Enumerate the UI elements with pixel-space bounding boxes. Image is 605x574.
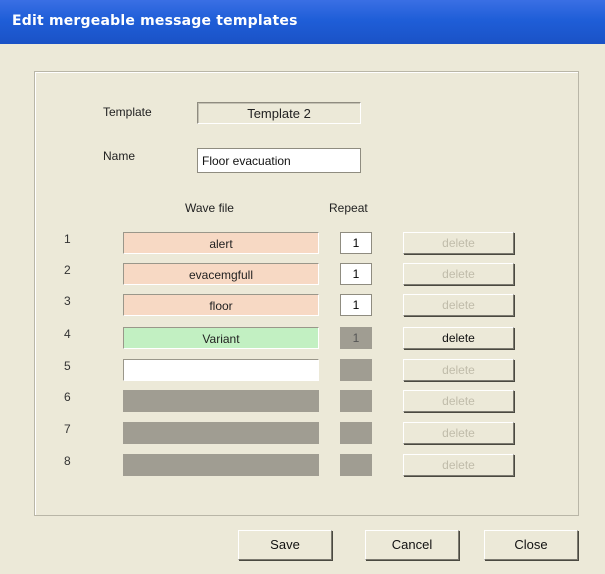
delete-button[interactable]: delete <box>403 294 514 316</box>
repeat-input <box>340 359 372 381</box>
wave-file-field <box>123 390 319 412</box>
repeat-header: Repeat <box>329 201 368 215</box>
dialog-body: Template Template 2 Name Wave file Repea… <box>0 44 605 574</box>
row-number: 1 <box>64 232 71 246</box>
row-number: 2 <box>64 263 71 277</box>
delete-button[interactable]: delete <box>403 327 514 349</box>
repeat-input[interactable]: 1 <box>340 232 372 254</box>
wave-file-field[interactable]: alert <box>123 232 319 254</box>
window-title: Edit mergeable message templates <box>12 13 298 29</box>
repeat-input[interactable]: 1 <box>340 294 372 316</box>
wave-file-field[interactable] <box>123 359 319 381</box>
row-number: 7 <box>64 422 71 436</box>
repeat-input <box>340 422 372 444</box>
delete-button[interactable]: delete <box>403 390 514 412</box>
title-bar[interactable]: Edit mergeable message templates <box>0 0 605 44</box>
row-number: 4 <box>64 327 71 341</box>
row-number: 6 <box>64 390 71 404</box>
wave-file-field[interactable]: evacemgfull <box>123 263 319 285</box>
save-button[interactable]: Save <box>238 530 332 560</box>
cancel-button[interactable]: Cancel <box>365 530 459 560</box>
row-number: 5 <box>64 359 71 373</box>
template-label: Template <box>103 105 152 119</box>
repeat-input <box>340 454 372 476</box>
wave-file-header: Wave file <box>185 201 234 215</box>
template-display: Template 2 <box>197 102 361 124</box>
repeat-input: 1 <box>340 327 372 349</box>
delete-button[interactable]: delete <box>403 454 514 476</box>
row-number: 8 <box>64 454 71 468</box>
wave-file-field <box>123 454 319 476</box>
close-button[interactable]: Close <box>484 530 578 560</box>
name-label: Name <box>103 149 136 163</box>
name-input[interactable] <box>197 148 361 173</box>
delete-button[interactable]: delete <box>403 232 514 254</box>
repeat-input[interactable]: 1 <box>340 263 372 285</box>
repeat-input <box>340 390 372 412</box>
wave-file-field[interactable]: Variant <box>123 327 319 349</box>
wave-file-field[interactable]: floor <box>123 294 319 316</box>
delete-button[interactable]: delete <box>403 263 514 285</box>
delete-button[interactable]: delete <box>403 422 514 444</box>
wave-file-field <box>123 422 319 444</box>
delete-button[interactable]: delete <box>403 359 514 381</box>
row-number: 3 <box>64 294 71 308</box>
